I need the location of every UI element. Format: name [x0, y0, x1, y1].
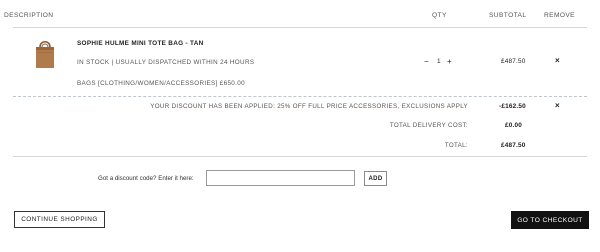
delivery-label: TOTAL DELIVERY COST: — [389, 122, 468, 129]
add-discount-button[interactable]: ADD — [364, 171, 387, 186]
total-value: £487.50 — [501, 142, 526, 149]
total-label: TOTAL: — [444, 142, 468, 149]
remove-discount-icon[interactable]: × — [555, 102, 560, 110]
header-remove: REMOVE — [544, 12, 575, 19]
qty-value: 1 — [437, 58, 441, 65]
qty-increase-button[interactable]: + — [447, 58, 452, 66]
product-category-price: BAGS [CLOTHING/WOMEN/ACCESSORIES] £650.0… — [77, 80, 245, 87]
summary-divider — [13, 156, 587, 157]
item-divider — [13, 96, 587, 97]
discount-code-label: Got a discount code? Enter it here: — [98, 175, 194, 182]
discount-applied-label: YOUR DISCOUNT HAS BEEN APPLIED: 25% OFF … — [150, 103, 468, 110]
header-divider — [13, 27, 587, 28]
header-qty: QTY — [432, 12, 447, 19]
discount-value: -£162.50 — [499, 103, 526, 110]
continue-shopping-button[interactable]: CONTINUE SHOPPING — [14, 211, 105, 228]
remove-item-icon[interactable]: × — [555, 57, 560, 65]
product-name[interactable]: SOPHIE HULME MINI TOTE BAG - TAN — [77, 40, 204, 47]
checkout-button[interactable]: GO TO CHECKOUT — [511, 211, 589, 229]
qty-decrease-button[interactable]: − — [424, 58, 429, 66]
discount-code-input[interactable] — [206, 170, 355, 186]
header-subtotal: SUBTOTAL — [489, 12, 527, 19]
header-description: DESCRIPTION — [4, 12, 54, 19]
product-image[interactable] — [33, 38, 57, 70]
item-subtotal: £487.50 — [501, 58, 526, 65]
delivery-value: £0.00 — [505, 122, 522, 129]
tote-bag-icon — [36, 40, 54, 68]
stock-status: IN STOCK | USUALLY DISPATCHED WITHIN 24 … — [77, 59, 255, 66]
